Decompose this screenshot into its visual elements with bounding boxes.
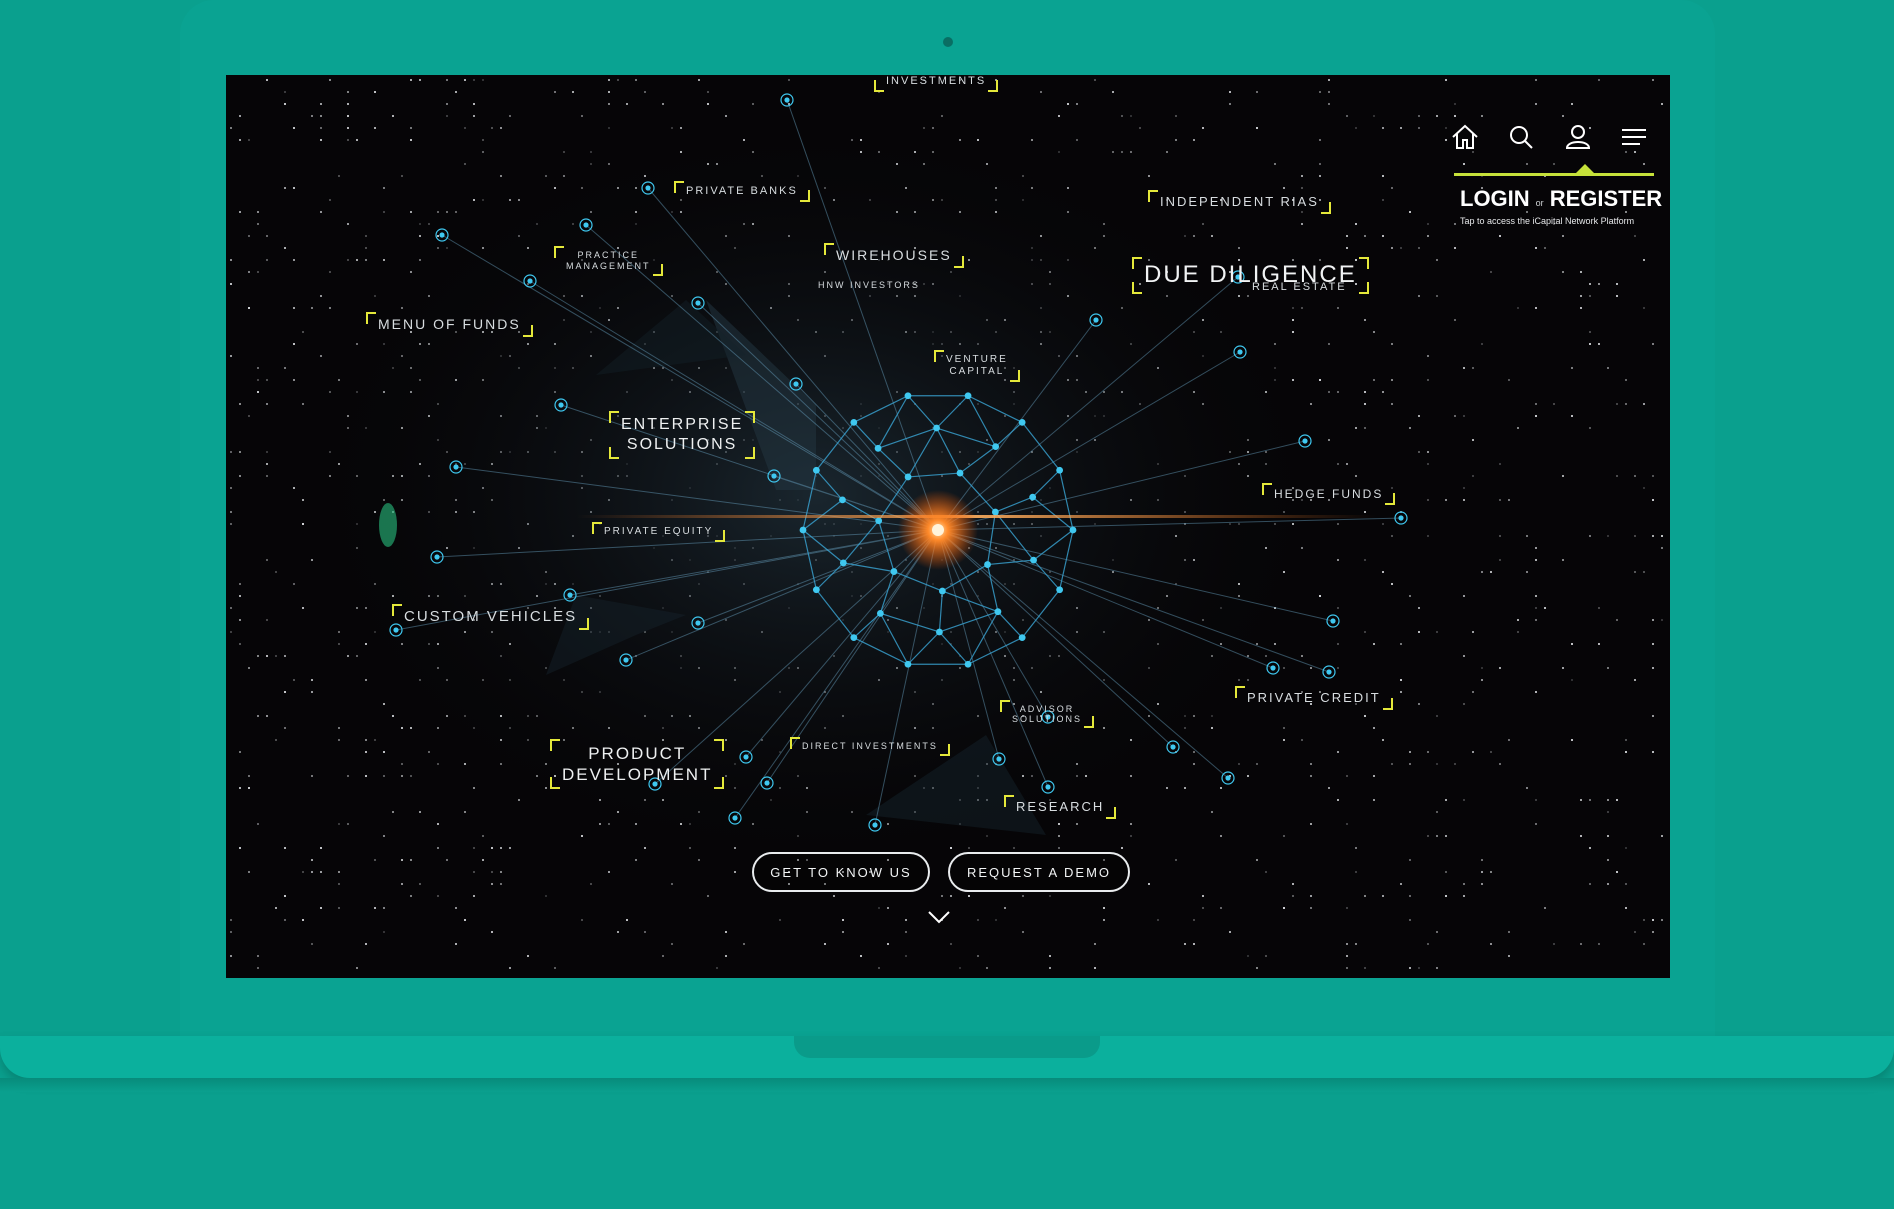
sphere-node: [839, 559, 847, 567]
sphere-node: [812, 466, 820, 474]
outer-node: [1237, 349, 1243, 355]
outer-node: [1270, 665, 1276, 671]
label-menu-of-funds: MENU OF FUNDS: [366, 312, 533, 337]
outer-node: [453, 464, 459, 470]
outer-node: [743, 754, 749, 760]
label-real-estate: REAL ESTATE: [1252, 281, 1347, 293]
sphere-node: [964, 660, 972, 668]
login-panel[interactable]: LOGIN or REGISTER Tap to access the iCapit…: [1454, 164, 1662, 236]
outer-node: [695, 300, 701, 306]
register-link[interactable]: REGISTER: [1550, 186, 1662, 211]
outer-node: [645, 185, 651, 191]
sphere-node: [839, 496, 846, 504]
sphere-node: [991, 508, 999, 516]
sphere-node: [1056, 586, 1064, 594]
outer-node: [1170, 744, 1176, 750]
green-glow: [379, 503, 397, 547]
label-private-equity: PRIVATE EQUITY: [592, 522, 726, 542]
sphere-node: [812, 586, 820, 594]
request-demo-button[interactable]: REQUEST A DEMO: [948, 852, 1130, 892]
label-private-credit: PRIVATE CREDIT: [1235, 686, 1393, 710]
sphere-node: [1030, 556, 1037, 564]
sphere-node: [875, 517, 883, 525]
label-practice-management: PRACTICE MANAGEMENT: [554, 246, 663, 276]
chevron-down-icon[interactable]: [927, 909, 951, 925]
sphere-node: [874, 444, 882, 452]
outer-node: [996, 756, 1002, 762]
outer-node: [1326, 669, 1332, 675]
label-custom-vehicles: CUSTOM VEHICLES: [392, 604, 590, 630]
login-register-line: LOGIN or REGISTER: [1460, 186, 1662, 212]
outer-node: [764, 780, 770, 786]
label-product-development: PRODUCT DEVELOPMENT: [550, 739, 725, 789]
outer-node: [1225, 775, 1231, 781]
outer-node: [567, 592, 573, 598]
outer-node: [784, 97, 790, 103]
sphere-node: [850, 634, 858, 642]
outer-node: [527, 278, 533, 284]
outer-node: [558, 402, 564, 408]
home-icon[interactable]: [1448, 120, 1482, 154]
outer-node: [1045, 784, 1051, 790]
sphere-node: [1018, 634, 1026, 642]
outer-node: [732, 815, 738, 821]
outer-node: [1302, 438, 1308, 444]
menu-icon[interactable]: [1618, 120, 1652, 154]
label-private-banks: PRIVATE BANKS: [674, 181, 810, 203]
user-icon[interactable]: [1561, 120, 1595, 154]
label-hedge-funds: HEDGE FUNDS: [1262, 483, 1396, 506]
label-advisor-solutions: ADVISOR SOLUTIONS: [1000, 700, 1095, 728]
login-subtitle: Tap to access the iCapital Network Platf…: [1460, 216, 1635, 226]
label-wirehouses: WIREHOUSES: [824, 243, 964, 268]
outer-node: [393, 627, 399, 633]
sphere-node: [904, 660, 912, 668]
sphere-node: [850, 418, 858, 426]
outer-node: [793, 381, 799, 387]
sphere-node: [933, 424, 940, 432]
label-enterprise-solutions: ENTERPRISE SOLUTIONS: [609, 411, 756, 459]
sphere-node: [994, 608, 1002, 616]
outer-node: [872, 822, 878, 828]
get-to-know-us-button[interactable]: GET TO KNOW US: [752, 852, 930, 892]
sphere-node: [964, 392, 972, 400]
camera-dot: [943, 37, 953, 47]
outer-node: [583, 222, 589, 228]
login-link[interactable]: LOGIN: [1460, 186, 1530, 211]
or-text: or: [1535, 198, 1544, 208]
label-venture-capital: VENTURE CAPITAL: [934, 350, 1020, 382]
label-hnw-investors: HNW INVESTORS: [818, 280, 920, 290]
label-direct-investments: DIRECT INVESTMENTS: [790, 737, 950, 756]
login-pointer: [1575, 164, 1595, 174]
outer-node: [695, 620, 701, 626]
laptop-notch: [794, 1036, 1100, 1058]
sphere-node: [1029, 493, 1037, 501]
sphere-node: [938, 587, 946, 595]
sphere-node: [992, 443, 1000, 451]
sphere-node: [1018, 418, 1026, 426]
sphere-node: [984, 561, 991, 568]
sphere-node: [904, 392, 912, 400]
sphere-node: [890, 568, 898, 575]
top-nav: [1448, 120, 1668, 156]
website-screen: INVESTMENTS PRIVATE BANKS PRACTICE MANAGE…: [226, 75, 1670, 978]
search-icon[interactable]: [1504, 120, 1538, 154]
outer-node: [439, 232, 445, 238]
laptop-shadow: [0, 1078, 1894, 1092]
sphere-node: [1069, 526, 1077, 534]
sphere-node: [799, 526, 807, 534]
outer-node: [623, 657, 629, 663]
outer-node: [771, 473, 777, 479]
sphere-node: [936, 628, 943, 636]
label-investments: INVESTMENTS: [874, 75, 999, 93]
sphere-node: [904, 473, 912, 481]
sphere-node: [956, 469, 964, 477]
sphere-node: [1056, 466, 1064, 474]
label-research: RESEARCH: [1004, 795, 1117, 819]
outer-node: [1093, 317, 1099, 323]
outer-node: [1330, 618, 1336, 624]
outer-node: [434, 554, 440, 560]
outer-node: [1398, 515, 1404, 521]
sphere-node: [876, 609, 884, 617]
label-independent-rias: INDEPENDENT RIAS: [1148, 190, 1331, 214]
